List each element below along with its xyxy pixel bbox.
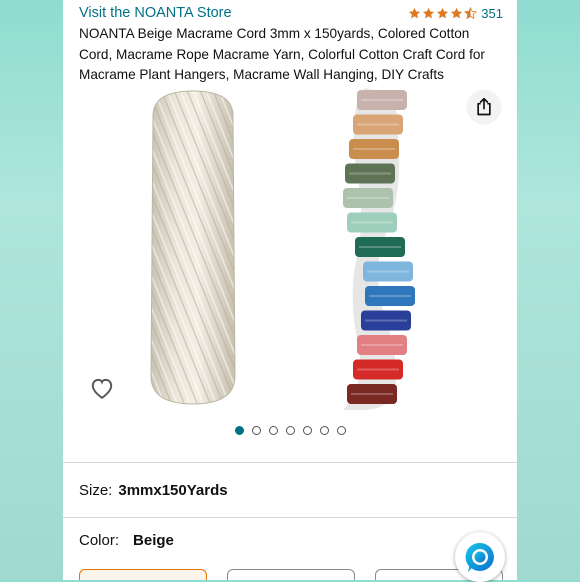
star-icon (409, 7, 421, 18)
product-image[interactable] (133, 86, 423, 416)
visit-store-link[interactable]: Visit the NOANTA Store (79, 5, 232, 21)
divider (63, 517, 517, 518)
share-button[interactable] (467, 90, 501, 124)
carousel-dots (63, 426, 517, 435)
beige-spool (150, 90, 236, 405)
star-icon (451, 7, 463, 18)
size-value: 3mmx150Yards (118, 482, 228, 499)
carousel-dot[interactable] (319, 426, 329, 435)
heart-icon[interactable] (89, 375, 115, 401)
color-row: Color: Beige (79, 532, 174, 549)
carousel-dot[interactable] (285, 426, 295, 435)
rating-stars (408, 6, 478, 20)
product-card: Visit the NOANTA Store 351 NOANTA Beige … (63, 0, 517, 580)
color-label: Color: (79, 532, 120, 549)
share-icon (477, 97, 491, 116)
rating[interactable]: 351 (408, 6, 503, 21)
rating-count[interactable]: 351 (481, 6, 503, 21)
store-row: Visit the NOANTA Store 351 (79, 2, 503, 24)
carousel-dot[interactable] (336, 426, 346, 435)
carousel-dot[interactable] (234, 426, 244, 435)
alexa-icon (465, 542, 494, 572)
size-label: Size: (79, 482, 113, 499)
assistant-button[interactable] (455, 532, 505, 582)
divider (63, 462, 517, 463)
carousel-dot[interactable] (251, 426, 261, 435)
carousel-dot[interactable] (268, 426, 278, 435)
color-option-selected[interactable] (79, 569, 207, 580)
color-value: Beige (133, 532, 174, 549)
star-half-icon (464, 6, 478, 19)
size-row[interactable]: Size: 3mmx150Yards (79, 482, 228, 499)
carousel-dot[interactable] (302, 426, 312, 435)
product-title: NOANTA Beige Macrame Cord 3mm x 150yards… (79, 26, 485, 82)
color-option[interactable] (227, 569, 355, 580)
star-icon (437, 7, 449, 18)
star-icon (423, 7, 435, 18)
